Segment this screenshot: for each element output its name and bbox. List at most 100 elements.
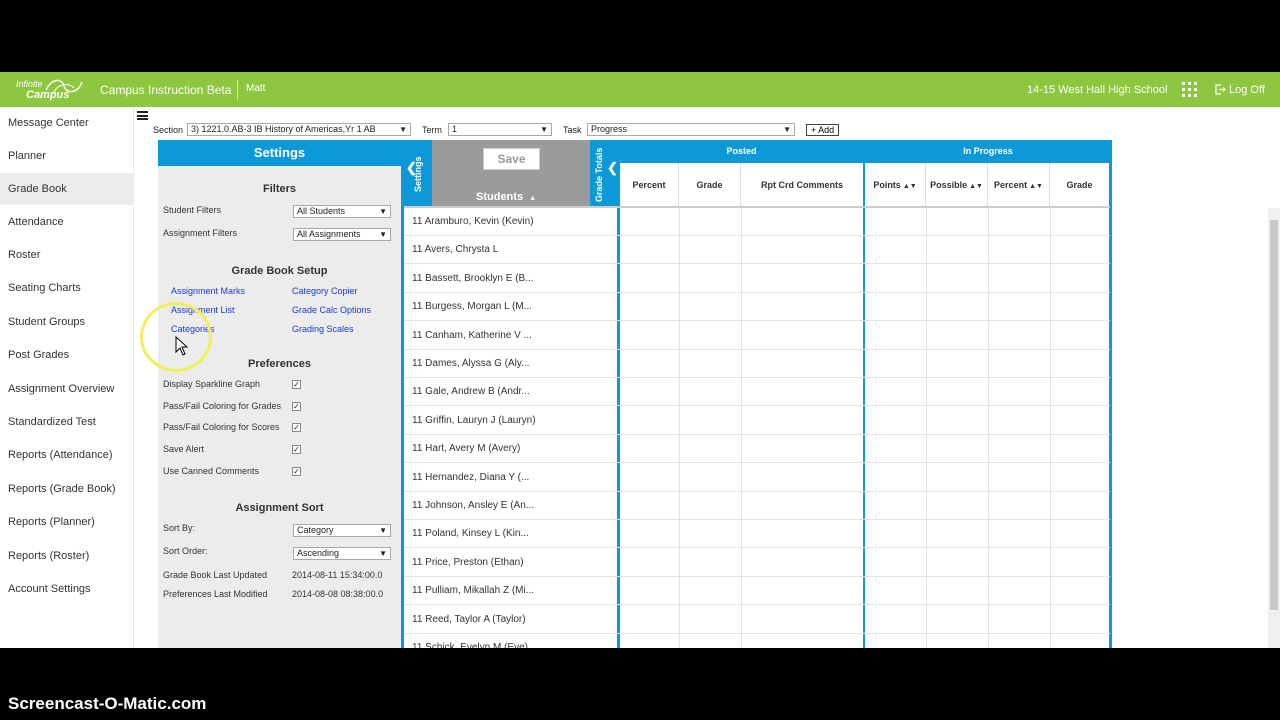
nav-assignment-overview[interactable]: Assignment Overview — [0, 373, 134, 405]
sort-by-label: Sort By: — [163, 523, 196, 533]
dropdown-arrow-icon: ▼ — [540, 125, 548, 134]
assignment-filters-select[interactable]: All Assignments ▼ — [293, 228, 391, 241]
infinite-campus-logo[interactable]: Infinite Campus — [14, 76, 84, 104]
sort-order-select[interactable]: Ascending ▼ — [293, 547, 391, 560]
logout-button[interactable]: Log Off — [1215, 84, 1265, 96]
assignment-filters-value: All Assignments — [297, 229, 361, 239]
nav-message-center[interactable]: Message Center — [0, 107, 134, 139]
add-button[interactable]: + Add — [806, 124, 839, 136]
col-label: Possible — [930, 180, 968, 190]
col-inprog-percent[interactable]: Percent ▲▼ — [988, 163, 1050, 208]
dropdown-arrow-icon: ▼ — [379, 549, 387, 558]
task-select[interactable]: Progress ▼ — [587, 123, 795, 136]
app-grid-icon[interactable] — [1182, 82, 1197, 97]
dropdown-arrow-icon: ▼ — [379, 207, 387, 216]
term-select-value: 1 — [452, 124, 458, 134]
table-row: 11 Burgess, Morgan L (M... — [404, 293, 1110, 322]
nav-roster[interactable]: Roster — [0, 239, 134, 271]
grade-book-setup-title: Grade Book Setup — [231, 265, 328, 277]
save-button[interactable]: Save — [483, 148, 540, 170]
pref-checkbox[interactable]: ✓ — [292, 380, 301, 389]
sort-by-select[interactable]: Category ▼ — [293, 524, 391, 537]
student-name[interactable]: 11 Griffin, Lauryn J (Lauryn) — [412, 407, 536, 434]
last-updated-value: 2014-08-11 15:34:00.0 — [292, 570, 383, 580]
section-label: Section — [153, 125, 184, 135]
col-possible[interactable]: Possible ▲▼ — [926, 163, 988, 208]
pref-checkbox[interactable]: ✓ — [292, 445, 301, 454]
student-name[interactable]: 11 Aramburo, Kevin (Kevin) — [412, 208, 534, 235]
assignment-marks-link[interactable]: Assignment Marks — [171, 286, 245, 296]
app-window: Infinite Campus Campus Instruction Beta … — [0, 72, 1280, 648]
sort-by-value: Category — [297, 525, 334, 535]
in-progress-header: In Progress — [865, 140, 1111, 163]
top-bar: Infinite Campus Campus Instruction Beta … — [0, 72, 1280, 107]
nav-student-groups[interactable]: Student Groups — [0, 306, 134, 338]
category-copier-link[interactable]: Category Copier — [292, 286, 358, 296]
student-filters-select[interactable]: All Students ▼ — [293, 205, 391, 218]
nav-planner[interactable]: Planner — [0, 140, 134, 172]
student-name[interactable]: 11 Pulliam, Mikallah Z (Mi... — [412, 577, 534, 604]
student-name[interactable]: 11 Johnson, Ansley E (An... — [412, 492, 534, 519]
student-name[interactable]: 11 Hart, Avery M (Avery) — [412, 435, 520, 462]
term-label: Term — [422, 125, 442, 135]
student-name[interactable]: 11 Bassett, Brooklyn E (B... — [412, 265, 534, 292]
app-title[interactable]: Campus Instruction Beta — [100, 83, 231, 97]
school-name[interactable]: 14-15 West Hall High School — [1027, 84, 1167, 96]
col-points[interactable]: Points ▲▼ — [865, 163, 926, 208]
student-name[interactable]: 11 Burgess, Morgan L (M... — [412, 293, 532, 320]
student-name[interactable]: 11 Poland, Kinsey L (Kin... — [412, 520, 529, 547]
student-name[interactable]: 11 Schick, Evelyn M (Eve) — [412, 634, 528, 648]
col-label: Percent — [632, 180, 666, 190]
col-posted-grade[interactable]: Grade — [679, 163, 741, 208]
nav-reports-grade-book[interactable]: Reports (Grade Book) — [0, 473, 134, 505]
nav-account-settings[interactable]: Account Settings — [0, 573, 134, 605]
nav-attendance[interactable]: Attendance — [0, 206, 134, 238]
nav-reports-planner[interactable]: Reports (Planner) — [0, 506, 134, 538]
nav-seating-charts[interactable]: Seating Charts — [0, 272, 134, 304]
user-name[interactable]: Matt — [246, 83, 265, 94]
student-name[interactable]: 11 Dames, Alyssa G (Aly... — [412, 350, 529, 377]
assignment-sort-title: Assignment Sort — [235, 502, 324, 514]
prefs-modified-value: 2014-08-08 08:38:00.0 — [292, 589, 384, 599]
col-label: Points — [873, 180, 901, 190]
divider — [237, 80, 238, 100]
nav-post-grades[interactable]: Post Grades — [0, 339, 134, 371]
dropdown-arrow-icon: ▼ — [379, 230, 387, 239]
student-name[interactable]: 11 Canham, Katherine V ... — [412, 322, 532, 349]
nav-reports-roster[interactable]: Reports (Roster) — [0, 540, 134, 572]
nav-grade-book[interactable]: Grade Book — [0, 173, 134, 205]
assignment-filters-label: Assignment Filters — [163, 228, 238, 238]
prefs-modified-label: Preferences Last Modified — [163, 589, 268, 599]
student-name[interactable]: 11 Reed, Taylor A (Taylor) — [412, 606, 526, 633]
settings-panel: Settings Filters Student Filters All Stu… — [158, 140, 401, 648]
dropdown-arrow-icon: ▼ — [379, 526, 387, 535]
menu-toggle-icon[interactable] — [137, 111, 148, 120]
pref-checkbox[interactable]: ✓ — [292, 402, 301, 411]
col-inprog-grade[interactable]: Grade — [1050, 163, 1109, 208]
nav-reports-attendance[interactable]: Reports (Attendance) — [0, 439, 134, 471]
vertical-scrollbar[interactable] — [1268, 208, 1280, 648]
table-row: 11 Schick, Evelyn M (Eve) — [404, 634, 1110, 648]
col-posted-percent[interactable]: Percent — [620, 163, 679, 208]
pref-checkbox[interactable]: ✓ — [292, 467, 301, 476]
student-name[interactable]: 11 Gale, Andrew B (Andr... — [412, 378, 530, 405]
nav-standardized-test[interactable]: Standardized Test — [0, 406, 134, 438]
section-select[interactable]: 3) 1221.0.AB-3 IB History of Americas,Yr… — [187, 123, 411, 136]
posted-header: Posted — [620, 140, 863, 163]
last-updated-label: Grade Book Last Updated — [163, 570, 268, 580]
task-select-value: Progress — [591, 124, 628, 134]
students-sort-header[interactable]: Students ▲ — [476, 191, 536, 203]
student-name[interactable]: 11 Avers, Chrysta L — [412, 236, 498, 263]
pref-label: Pass/Fail Coloring for Scores — [163, 422, 280, 432]
grade-calc-options-link[interactable]: Grade Calc Options — [292, 305, 371, 315]
term-select[interactable]: 1 ▼ — [448, 123, 552, 136]
col-rpt-crd-comments[interactable]: Rpt Crd Comments — [741, 163, 863, 208]
grading-scales-link[interactable]: Grading Scales — [292, 324, 354, 334]
grade-totals-tab[interactable]: Grade Totals ❮ — [590, 140, 618, 208]
scrollbar-thumb[interactable] — [1270, 220, 1278, 610]
logout-icon — [1215, 84, 1226, 95]
pref-checkbox[interactable]: ✓ — [292, 423, 301, 432]
student-name[interactable]: 11 Hernandez, Diana Y (... — [412, 464, 529, 491]
student-name[interactable]: 11 Price, Preston (Ethan) — [412, 549, 524, 576]
settings-collapse-tab[interactable]: ❮ Settings — [404, 140, 432, 208]
